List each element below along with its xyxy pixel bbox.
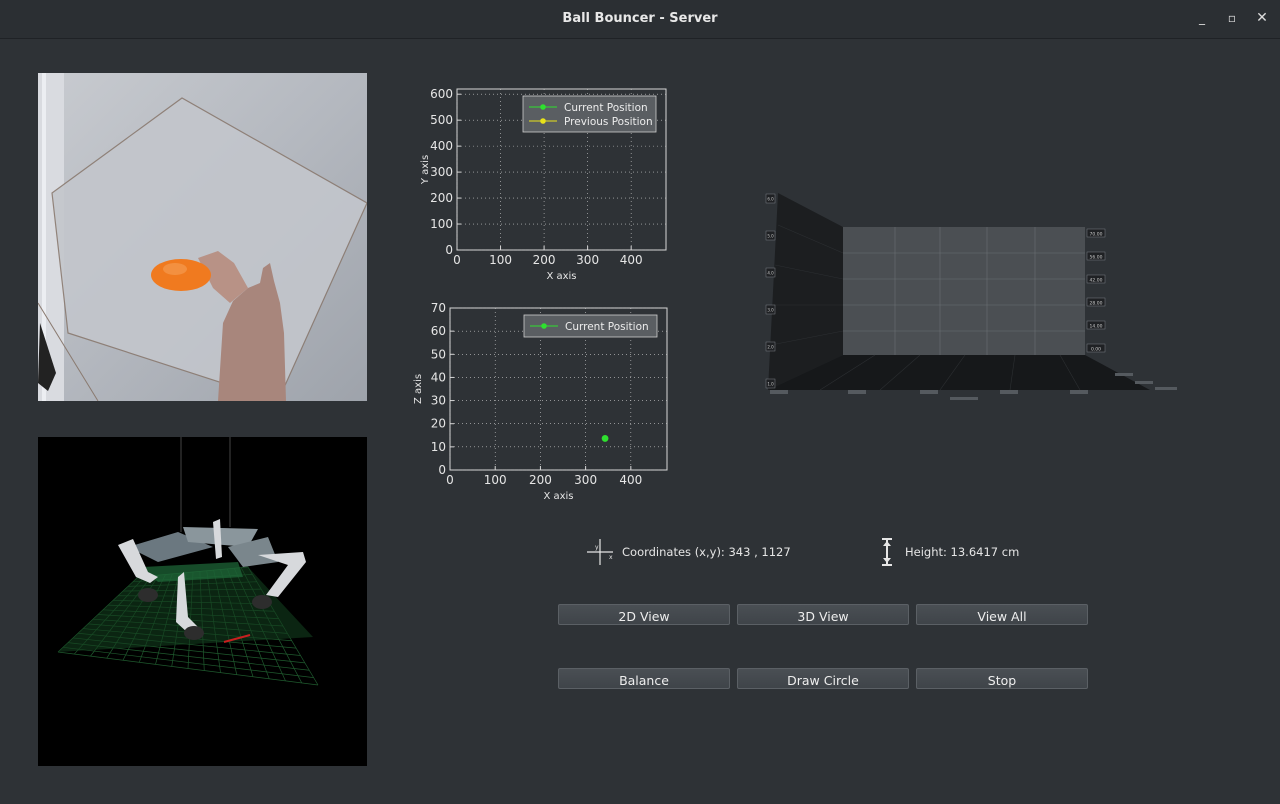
y-tick-label: 60 [431, 324, 446, 338]
legend-marker [541, 323, 547, 329]
3d-right-tick-labels: 70.00 56.00 42.00 28.00 14.00 0.00 [1086, 228, 1106, 353]
close-button[interactable]: ✕ [1254, 10, 1270, 26]
crosshair-icon: y x [585, 537, 615, 567]
camera-feed [37, 73, 368, 402]
x-tick-label: 0 [453, 253, 461, 267]
3d-tick-label: 1.0 [767, 382, 774, 387]
x-axis-label: X axis [543, 491, 573, 502]
3d-tick-label: 5.0 [767, 234, 774, 239]
3d-view-button[interactable]: 3D View [737, 604, 909, 625]
legend-entry: Previous Position [564, 116, 653, 128]
x-tick-label: 200 [533, 253, 556, 267]
3d-tick-label: 42.00 [1090, 278, 1103, 284]
y-tick-label: 500 [430, 113, 453, 127]
x-tick-label: 100 [484, 473, 507, 487]
legend-entry: Current Position [565, 321, 649, 333]
legend-entry: Current Position [564, 102, 648, 114]
x-tick-label: 300 [574, 473, 597, 487]
3d-position-plot[interactable]: 70.00 56.00 42.00 28.00 14.00 0.00 6.0 5.0 4.0 3… [760, 185, 1190, 410]
3d-tick-label: 2.0 [767, 345, 774, 350]
x-tick-label: 400 [619, 473, 642, 487]
y-tick-label: 20 [431, 417, 446, 431]
3d-tick-label: 28.00 [1090, 301, 1103, 307]
maximize-button[interactable]: ▫ [1224, 10, 1240, 26]
x-tick-label: 200 [529, 473, 552, 487]
y-axis-label: Y axis [420, 155, 431, 185]
height-readout: Height: 13.6417 cm [905, 545, 1020, 559]
x-tick-label: 0 [446, 473, 454, 487]
y-tick-label: 40 [431, 370, 446, 384]
y-tick-label: 0 [445, 243, 453, 257]
x-axis-label: X axis [546, 271, 576, 282]
title-bar: Ball Bouncer - Server _ ▫ ✕ [0, 0, 1280, 39]
y-tick-label: 200 [430, 191, 453, 205]
legend-marker [540, 104, 546, 110]
y-tick-label: 400 [430, 139, 453, 153]
x-tick-label: 400 [620, 253, 643, 267]
legend-marker [540, 118, 546, 124]
y-axis-label: Z axis [413, 374, 424, 404]
3d-tick-label: 14.00 [1090, 324, 1103, 330]
stop-button[interactable]: Stop [916, 668, 1088, 689]
y-tick-label: 10 [431, 440, 446, 454]
xz-position-plot: 0 100 200 300 400 0 10 20 30 40 50 60 70 X axis Z axis… [400, 298, 680, 508]
3d-tick-label: 3.0 [767, 308, 774, 313]
balance-button[interactable]: Balance [558, 668, 730, 689]
svg-text:x: x [609, 554, 613, 561]
xy-position-plot: 0 100 200 300 400 0 100 200 300 400 500 600 X axis Y … [400, 78, 680, 286]
y-tick-label: 50 [431, 347, 446, 361]
3d-tick-label: 6.0 [767, 197, 774, 202]
window-title: Ball Bouncer - Server [562, 11, 718, 26]
robot-simulation-view [38, 437, 367, 766]
height-icon [879, 537, 895, 567]
y-tick-label: 600 [430, 87, 453, 101]
3d-tick-label: 70.00 [1090, 232, 1103, 238]
y-tick-label: 300 [430, 165, 453, 179]
y-tick-label: 30 [431, 394, 446, 408]
y-tick-label: 100 [430, 217, 453, 231]
data-point [601, 435, 609, 442]
3d-tick-label: 56.00 [1090, 255, 1103, 261]
draw-circle-button[interactable]: Draw Circle [737, 668, 909, 689]
coordinates-readout: Coordinates (x,y): 343 , 1127 [622, 545, 791, 559]
3d-tick-label: 0.00 [1091, 347, 1101, 353]
x-tick-label: 100 [489, 253, 512, 267]
3d-tick-label: 4.0 [767, 271, 774, 276]
x-tick-label: 300 [576, 253, 599, 267]
y-tick-label: 70 [431, 301, 446, 315]
y-tick-label: 0 [438, 463, 446, 477]
2d-view-button[interactable]: 2D View [558, 604, 730, 625]
minimize-button[interactable]: _ [1194, 10, 1210, 26]
svg-text:y: y [595, 544, 599, 551]
view-all-button[interactable]: View All [916, 604, 1088, 625]
